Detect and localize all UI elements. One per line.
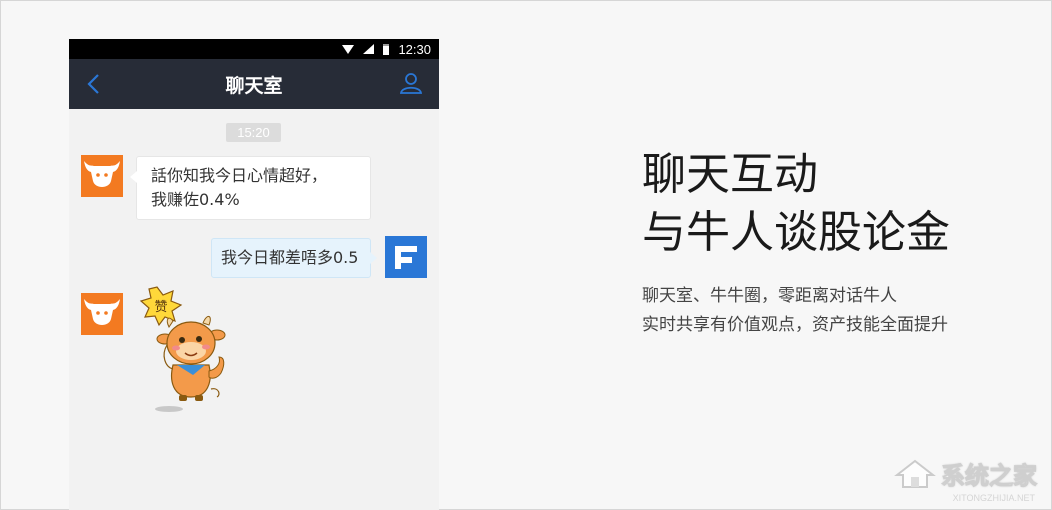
bull-avatar-icon[interactable] (81, 293, 123, 335)
chat-nav-bar: 聊天室 (69, 59, 439, 109)
description-line: 实时共享有价值观点，资产技能全面提升 (642, 315, 948, 335)
page-title: 聊天室 (225, 74, 283, 97)
incoming-message-bubble[interactable]: 話你知我今日心情超好， 我赚佐0.4% (130, 156, 371, 220)
bull-thumbs-up-sticker-icon[interactable]: 赞 (133, 285, 229, 413)
watermark-url: XITONGZHIJIA.NET (952, 493, 1035, 503)
battery-icon (383, 43, 390, 55)
outgoing-message-bubble[interactable]: 我今日都差唔多0.5 (211, 238, 377, 278)
back-arrow-icon[interactable] (83, 72, 107, 96)
phone-mockup: 12:30 聊天室 15:20 話你知我今日心情超好， 我赚佐0.4% 我今日都… (69, 39, 439, 510)
chat-area[interactable]: 15:20 話你知我今日心情超好， 我赚佐0.4% 我今日都差唔多0.5 赞 (69, 109, 439, 510)
user-profile-icon[interactable] (399, 71, 423, 95)
description-line: 聊天室、牛牛圈，零距离对话牛人 (642, 286, 897, 306)
house-logo-icon (894, 459, 936, 488)
message-timestamp: 15:20 (226, 123, 281, 142)
message-text-line: 我今日都差唔多0.5 (221, 248, 359, 267)
promo-description: 聊天室、牛牛圈，零距离对话牛人 实时共享有价值观点，资产技能全面提升 (642, 282, 950, 340)
site-watermark: 系统之家 XITONGZHIJIA.NET (893, 456, 1038, 503)
wifi-icon (342, 44, 355, 54)
message-text-line: 我赚佐0.4% (151, 190, 240, 209)
promo-headline: 聊天互动 与牛人谈股论金 (642, 146, 950, 262)
watermark-text: 系统之家 (941, 462, 1038, 491)
bull-avatar-icon[interactable] (81, 155, 123, 197)
status-time: 12:30 (398, 41, 431, 57)
sticker-text: 赞 (154, 300, 167, 315)
promo-section: 聊天互动 与牛人谈股论金 聊天室、牛牛圈，零距离对话牛人 实时共享有价值观点，资… (642, 146, 950, 340)
futu-logo-avatar-icon[interactable] (385, 236, 427, 278)
headline-line: 与牛人谈股论金 (642, 207, 950, 258)
status-bar: 12:30 (69, 39, 439, 59)
headline-line: 聊天互动 (642, 149, 818, 200)
message-text-line: 話你知我今日心情超好， (151, 166, 328, 185)
signal-icon (363, 44, 375, 54)
